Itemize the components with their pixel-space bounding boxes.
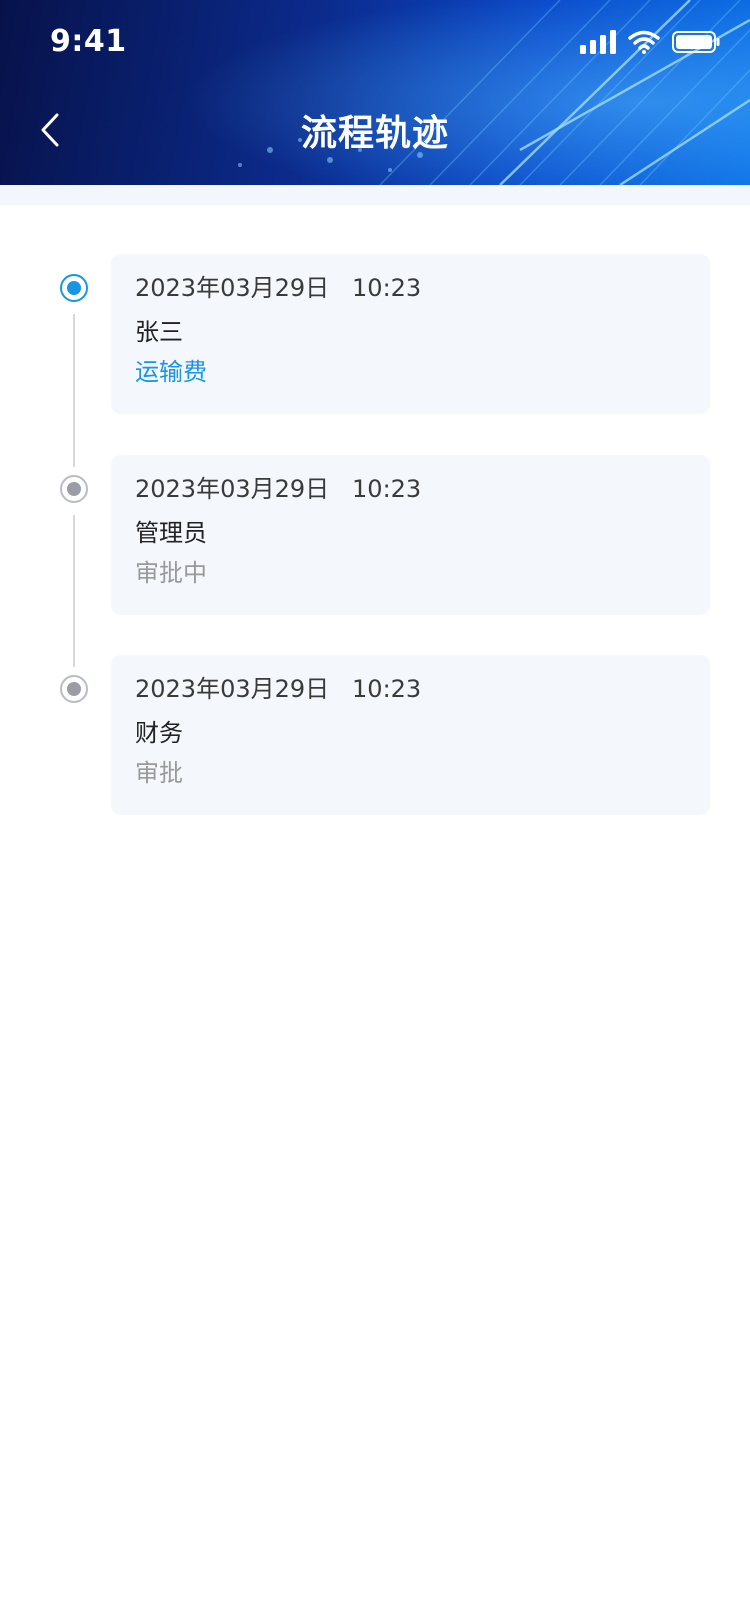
timeline-item-status: 运输费 <box>135 358 207 386</box>
battery-icon <box>672 30 720 58</box>
timeline-card: 2023年03月29日 10:23 财务 审批 <box>111 655 710 815</box>
timeline-node-pending <box>60 475 88 503</box>
timeline-item-name: 管理员 <box>135 519 207 547</box>
timeline-node-pending <box>60 675 88 703</box>
status-bar-icons <box>580 30 720 58</box>
header-divider-strip <box>0 185 750 205</box>
timeline-item-datetime: 2023年03月29日 10:23 <box>135 475 422 503</box>
timeline-card: 2023年03月29日 10:23 管理员 审批中 <box>111 455 710 615</box>
timeline-item-status: 审批 <box>135 759 183 787</box>
timeline-node-active <box>60 274 88 302</box>
timeline-connector <box>73 314 75 467</box>
status-bar-time: 9:41 <box>50 24 127 59</box>
timeline-item-name: 张三 <box>135 318 183 346</box>
timeline-item-name: 财务 <box>135 719 183 747</box>
signal-icon <box>580 30 616 58</box>
timeline-item-status: 审批中 <box>135 559 207 587</box>
timeline-item-datetime: 2023年03月29日 10:23 <box>135 274 422 302</box>
wifi-icon <box>628 30 660 58</box>
timeline-node-dot <box>67 281 81 295</box>
timeline-node-dot <box>67 682 81 696</box>
timeline-node-dot <box>67 482 81 496</box>
header: 9:41 流程轨迹 <box>0 0 750 185</box>
page-title: 流程轨迹 <box>300 113 449 154</box>
timeline-connector <box>73 515 75 667</box>
timeline-item-datetime: 2023年03月29日 10:23 <box>135 675 422 703</box>
timeline-card: 2023年03月29日 10:23 张三 运输费 <box>111 254 710 414</box>
